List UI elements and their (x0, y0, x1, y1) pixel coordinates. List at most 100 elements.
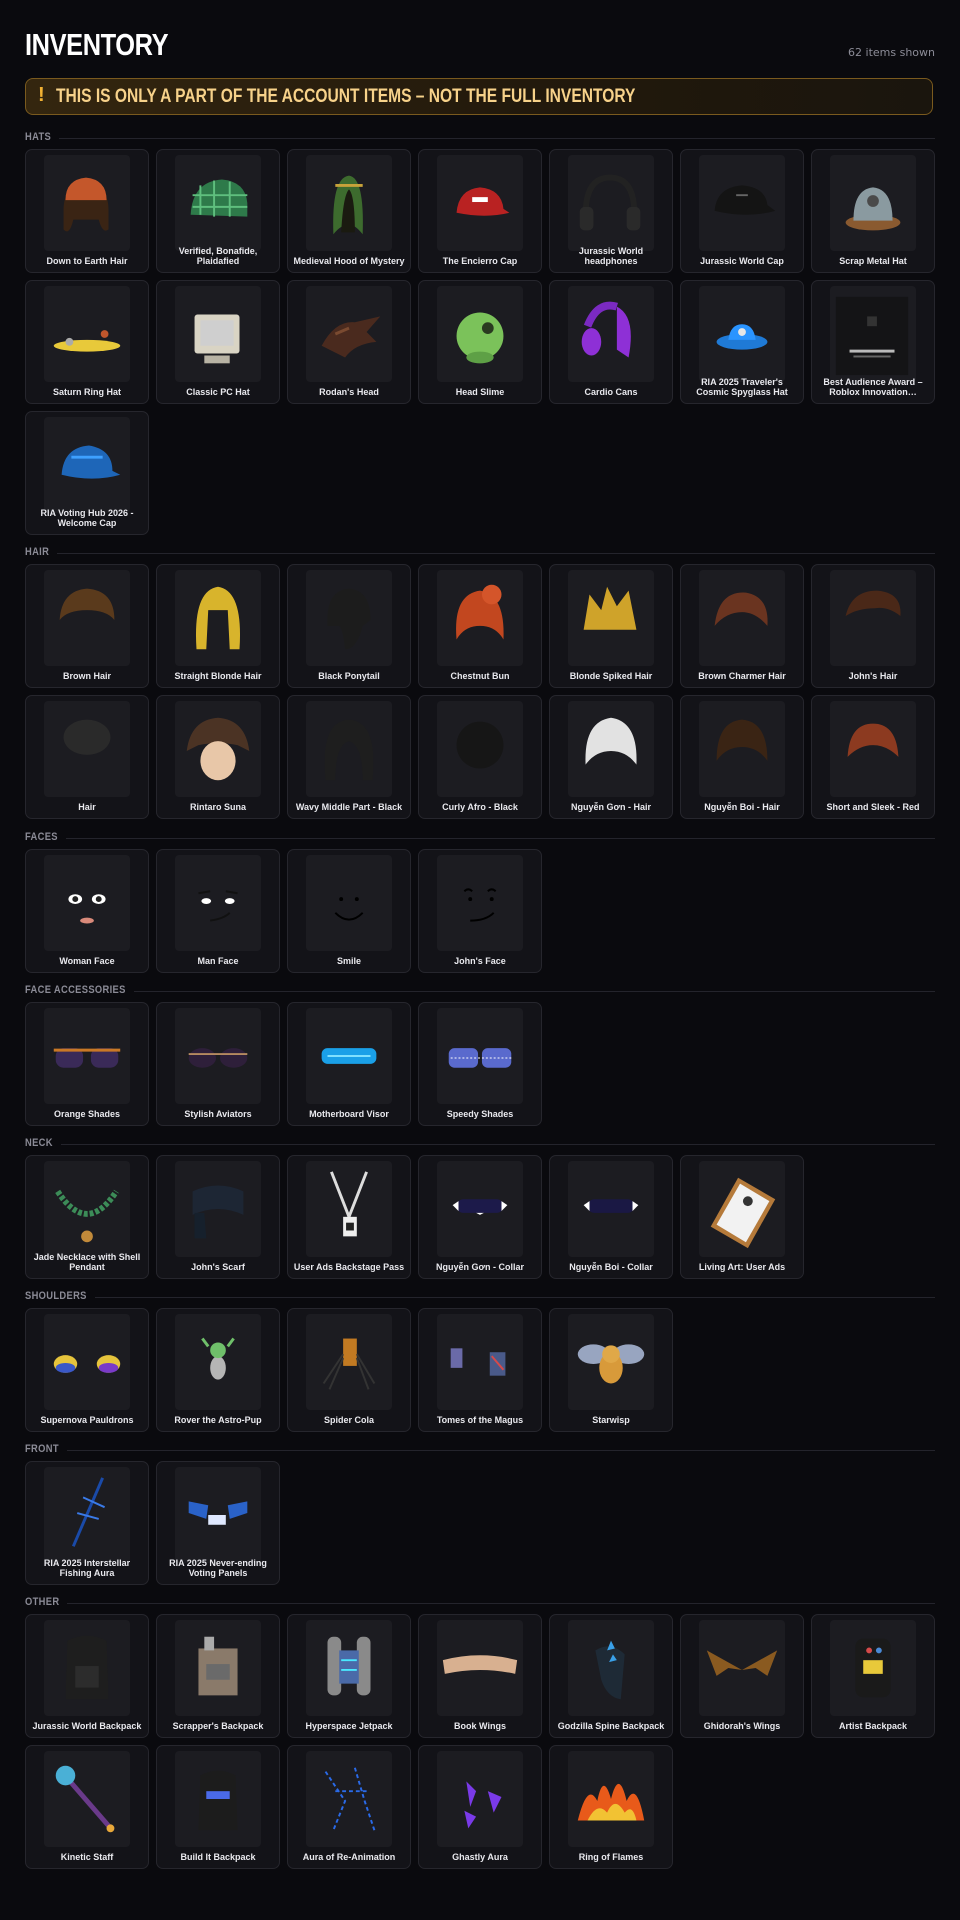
item-card[interactable]: Nguyễn Gơn - Hair (549, 695, 673, 819)
item-card[interactable]: John's Face (418, 849, 542, 973)
item-card[interactable]: Scrapper's Backpack (156, 1614, 280, 1738)
item-card[interactable]: Rintaro Suna (156, 695, 280, 819)
item-name: Black Ponytail (318, 671, 380, 681)
item-card[interactable]: Black Ponytail (287, 564, 411, 688)
item-card[interactable]: Build It Backpack (156, 1745, 280, 1869)
spiked-collar-icon (437, 1161, 523, 1257)
item-card[interactable]: RIA 2025 Never-ending Voting Panels (156, 1461, 280, 1585)
item-card[interactable]: Godzilla Spine Backpack (549, 1614, 673, 1738)
section-label: SHOULDERS (25, 1290, 87, 1302)
red-bun-icon (437, 570, 523, 666)
astro-pup-icon (175, 1314, 261, 1410)
purple-headphones-icon (568, 286, 654, 382)
item-card[interactable]: Short and Sleek - Red (811, 695, 935, 819)
item-card[interactable]: Book Wings (418, 1614, 542, 1738)
item-card[interactable]: Saturn Ring Hat (25, 280, 149, 404)
jade-necklace-icon (44, 1161, 130, 1257)
item-card[interactable]: Rodan's Head (287, 280, 411, 404)
item-card[interactable]: RIA 2025 Interstellar Fishing Aura (25, 1461, 149, 1585)
scrapper-backpack-icon (175, 1620, 261, 1716)
item-card[interactable]: Wavy Middle Part - Black (287, 695, 411, 819)
item-card[interactable]: Hyperspace Jetpack (287, 1614, 411, 1738)
item-card[interactable]: Classic PC Hat (156, 280, 280, 404)
item-card[interactable]: RIA Voting Hub 2026 - Welcome Cap (25, 411, 149, 535)
saturn-ring-icon (44, 286, 130, 382)
spiked-collar-2-icon (568, 1161, 654, 1257)
item-card[interactable]: Smile (287, 849, 411, 973)
item-card[interactable]: Nguyễn Boi - Hair (680, 695, 804, 819)
item-card[interactable]: Starwisp (549, 1308, 673, 1432)
item-card[interactable]: Spider Cola (287, 1308, 411, 1432)
item-card[interactable]: Medieval Hood of Mystery (287, 149, 411, 273)
item-card[interactable]: Motherboard Visor (287, 1002, 411, 1126)
tomes-icon (437, 1314, 523, 1410)
item-card[interactable]: John's Scarf (156, 1155, 280, 1279)
item-card[interactable]: Speedy Shades (418, 1002, 542, 1126)
item-card[interactable]: Kinetic Staff (25, 1745, 149, 1869)
blue-hat-icon (699, 286, 785, 382)
item-card[interactable]: Brown Charmer Hair (680, 564, 804, 688)
item-card[interactable]: Ghastly Aura (418, 1745, 542, 1869)
orange-shades-icon (44, 1008, 130, 1104)
item-name: Nguyễn Boi - Hair (704, 802, 780, 812)
item-card[interactable]: Straight Blonde Hair (156, 564, 280, 688)
headphones-icon (568, 155, 654, 251)
item-card[interactable]: Verified, Bonafide, Plaidafied (156, 149, 280, 273)
item-card[interactable]: Scrap Metal Hat (811, 149, 935, 273)
picture-frame-icon (699, 1161, 785, 1257)
item-card[interactable]: Nguyễn Boi - Collar (549, 1155, 673, 1279)
item-card[interactable]: Brown Hair (25, 564, 149, 688)
item-name: Ghastly Aura (452, 1852, 508, 1862)
item-card[interactable]: Tomes of the Magus (418, 1308, 542, 1432)
section-divider (65, 838, 935, 839)
item-card[interactable]: Jurassic World headphones (549, 149, 673, 273)
item-card[interactable]: Jade Necklace with Shell Pendant (25, 1155, 149, 1279)
items-count: 62 items shown (848, 46, 935, 59)
item-card[interactable]: Curly Afro - Black (418, 695, 542, 819)
item-card[interactable]: User Ads Backstage Pass (287, 1155, 411, 1279)
item-card[interactable]: Rover the Astro-Pup (156, 1308, 280, 1432)
item-card[interactable]: Ghidorah's Wings (680, 1614, 804, 1738)
item-name: Book Wings (454, 1721, 506, 1731)
item-name: Head Slime (455, 387, 505, 397)
item-card[interactable]: RIA 2025 Traveler's Cosmic Spyglass Hat (680, 280, 804, 404)
section-label: NECK (25, 1137, 53, 1149)
item-name: Classic PC Hat (186, 387, 250, 397)
item-card[interactable]: Jurassic World Backpack (25, 1614, 149, 1738)
item-card[interactable]: Nguyễn Gơn - Collar (418, 1155, 542, 1279)
item-card[interactable]: Jurassic World Cap (680, 149, 804, 273)
item-name: Hyperspace Jetpack (305, 1721, 393, 1731)
item-card[interactable]: Woman Face (25, 849, 149, 973)
item-card[interactable]: Chestnut Bun (418, 564, 542, 688)
item-name: Cardio Cans (584, 387, 638, 397)
item-card[interactable]: Best Audience Award – Roblox Innovation… (811, 280, 935, 404)
johns-face-icon (437, 855, 523, 951)
item-card[interactable]: Blonde Spiked Hair (549, 564, 673, 688)
afro-black-icon (437, 701, 523, 797)
item-name: Stylish Aviators (184, 1109, 252, 1119)
item-card[interactable]: Head Slime (418, 280, 542, 404)
spider-cola-icon (306, 1314, 392, 1410)
item-card[interactable]: Supernova Pauldrons (25, 1308, 149, 1432)
item-name: Straight Blonde Hair (174, 671, 262, 681)
item-card[interactable]: Aura of Re-Animation (287, 1745, 411, 1869)
item-card[interactable]: Cardio Cans (549, 280, 673, 404)
item-name: RIA 2025 Interstellar Fishing Aura (43, 1558, 131, 1578)
item-card[interactable]: Hair (25, 695, 149, 819)
item-card[interactable]: Ring of Flames (549, 1745, 673, 1869)
item-card[interactable]: Down to Earth Hair (25, 149, 149, 273)
item-name: Short and Sleek - Red (826, 802, 920, 812)
section-label: FACES (25, 831, 58, 843)
item-card[interactable]: Living Art: User Ads (680, 1155, 804, 1279)
blue-cap-icon (44, 417, 130, 513)
item-card[interactable]: Artist Backpack (811, 1614, 935, 1738)
item-card[interactable]: Man Face (156, 849, 280, 973)
item-card[interactable]: The Encierro Cap (418, 149, 542, 273)
item-name: RIA Voting Hub 2026 - Welcome Cap (40, 508, 134, 528)
item-name: Godzilla Spine Backpack (557, 1721, 665, 1731)
item-name: Jade Necklace with Shell Pendant (33, 1252, 141, 1272)
item-card[interactable]: John's Hair (811, 564, 935, 688)
wavy-black-icon (306, 701, 392, 797)
item-card[interactable]: Stylish Aviators (156, 1002, 280, 1126)
item-card[interactable]: Orange Shades (25, 1002, 149, 1126)
